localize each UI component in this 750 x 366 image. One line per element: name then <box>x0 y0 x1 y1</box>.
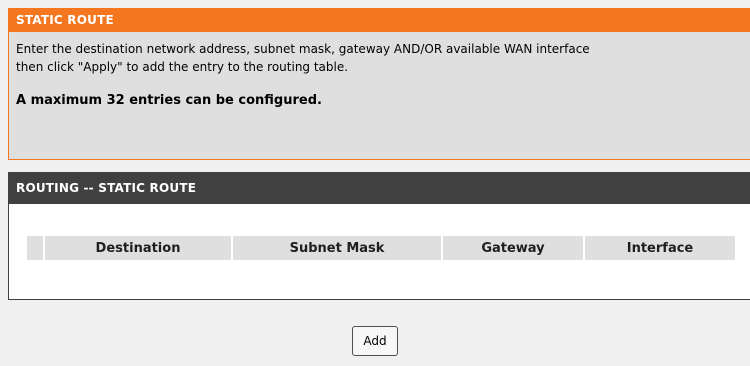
routing-table-title: ROUTING -- STATIC ROUTE <box>9 172 750 204</box>
routing-static-route-panel: ROUTING -- STATIC ROUTE Destination Subn… <box>8 172 750 300</box>
instructions-line-2: then click "Apply" to add the entry to t… <box>16 60 349 74</box>
destination-column-header: Destination <box>45 236 231 260</box>
gateway-column-header: Gateway <box>443 236 583 260</box>
add-button[interactable]: Add <box>352 326 398 356</box>
max-entries-note: A maximum 32 entries can be configured. <box>16 93 322 108</box>
routing-table: Destination Subnet Mask Gateway Interfac… <box>25 234 737 262</box>
select-column-header <box>27 236 43 260</box>
static-route-info-panel: STATIC ROUTE Enter the destination netwo… <box>8 8 750 160</box>
routing-table-header-row: Destination Subnet Mask Gateway Interfac… <box>27 236 735 260</box>
interface-column-header: Interface <box>585 236 735 260</box>
instructions-text: Enter the destination network address, s… <box>16 40 750 76</box>
subnet-mask-column-header: Subnet Mask <box>233 236 441 260</box>
static-route-title: STATIC ROUTE <box>9 8 750 32</box>
info-body: Enter the destination network address, s… <box>9 32 750 108</box>
instructions-line-1: Enter the destination network address, s… <box>16 42 590 56</box>
